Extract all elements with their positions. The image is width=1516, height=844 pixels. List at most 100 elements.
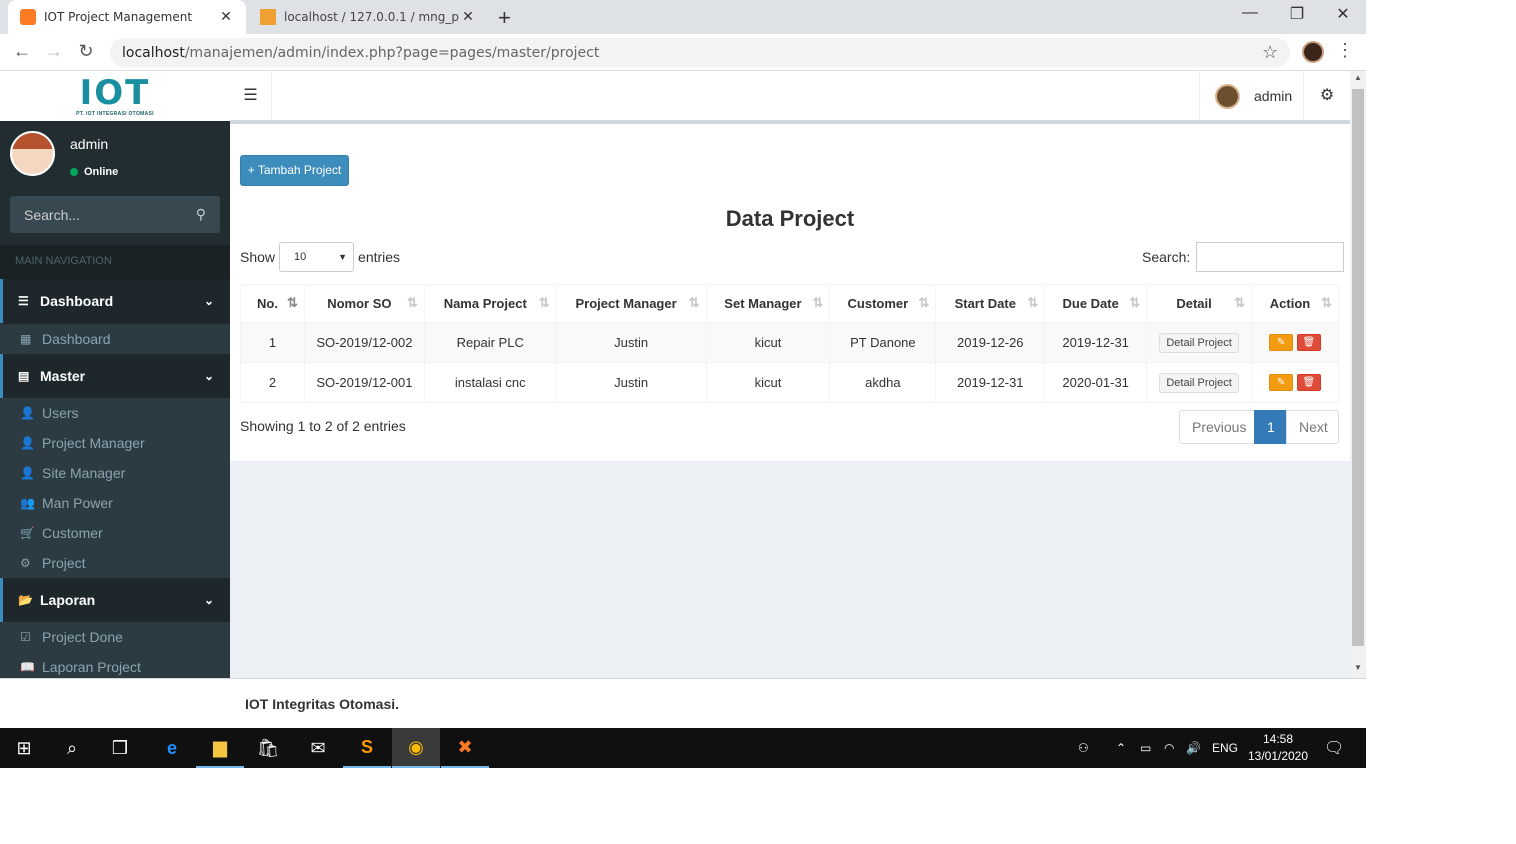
column-header[interactable]: No. ⇅ — [240, 284, 305, 324]
tab-title: localhost / 127.0.0.1 / mng_proye — [284, 10, 460, 24]
sidebar-group-label: Laporan — [40, 592, 96, 608]
bookmark-star-icon[interactable]: ☆ — [1262, 42, 1278, 63]
store-icon[interactable]: 🛍 — [244, 728, 292, 768]
cell-action: ✎ 🗑 — [1251, 322, 1339, 363]
tab-close-icon[interactable]: ✕ — [218, 9, 234, 25]
next-button[interactable]: Next — [1286, 410, 1339, 444]
page-1-button[interactable]: 1 — [1254, 410, 1287, 444]
task-view-icon[interactable]: ❒ — [96, 728, 144, 768]
new-tab-button[interactable]: + — [498, 5, 511, 31]
sidebar-item-dashboard[interactable]: ▦ Dashboard — [0, 324, 230, 354]
user-secret-icon: 👤 — [20, 436, 35, 450]
detail-project-button[interactable]: Detail Project — [1159, 332, 1239, 353]
previous-button[interactable]: Previous — [1179, 410, 1255, 444]
column-header[interactable]: Nomor SO ⇅ — [303, 284, 425, 324]
forward-icon[interactable]: → — [43, 41, 65, 62]
xampp-icon[interactable]: ✖ — [441, 728, 489, 768]
edit-icon[interactable]: ✎ — [1269, 374, 1294, 392]
column-header[interactable]: Customer ⇅ — [829, 284, 937, 324]
tab-close-icon[interactable]: ✕ — [460, 9, 476, 25]
wifi-icon[interactable]: ◠ — [1164, 728, 1174, 768]
chrome-icon[interactable]: ◉ — [392, 728, 440, 768]
sidebar-toggle-icon[interactable]: ☰ — [230, 71, 272, 121]
edge-icon[interactable]: e — [148, 728, 196, 768]
sidebar-group-dashboard[interactable]: ☰ Dashboard ⌄ — [0, 279, 230, 323]
check-square-icon: ☑ — [20, 630, 31, 644]
sidebar-item-site-manager[interactable]: 👤 Site Manager — [0, 458, 230, 488]
cell-action: ✎ 🗑 — [1251, 362, 1339, 403]
search-icon[interactable]: ⚲ — [196, 206, 206, 223]
profile-avatar[interactable] — [1302, 41, 1324, 63]
window-close-icon[interactable]: ✕ — [1331, 4, 1355, 24]
cell-customer: akdha — [829, 362, 937, 403]
logo[interactable]: IOT PT. IOT INTEGRASI OTOMASI — [0, 71, 230, 121]
search-input[interactable] — [1196, 242, 1345, 272]
trash-icon[interactable]: 🗑 — [1296, 374, 1321, 392]
detail-project-button[interactable]: Detail Project — [1159, 372, 1239, 393]
file-explorer-icon[interactable]: ▆ — [196, 728, 244, 768]
column-header[interactable]: Action ⇅ — [1251, 284, 1339, 324]
sort-icon: ⇅ — [688, 295, 700, 310]
browser-menu-icon[interactable]: ⋮ — [1336, 40, 1354, 61]
cart-icon: 🛒 — [20, 526, 35, 540]
trash-icon[interactable]: 🗑 — [1296, 334, 1321, 352]
column-header[interactable]: Detail ⇅ — [1146, 284, 1252, 324]
column-header[interactable]: Nama Project ⇅ — [423, 284, 557, 324]
sidebar-item-label: Customer — [42, 525, 103, 541]
sidebar-group-laporan[interactable]: 📂 Laporan ⌄ — [0, 578, 230, 622]
windows-start-icon[interactable]: ⊞ — [0, 728, 48, 768]
scroll-down-icon[interactable]: ▼ — [1354, 663, 1362, 672]
clock[interactable]: 14:58 13/01/2020 — [1244, 731, 1312, 765]
back-icon[interactable]: ← — [11, 41, 33, 62]
column-header[interactable]: Project Manager ⇅ — [555, 284, 707, 324]
cell-detail: Detail Project — [1146, 322, 1252, 363]
restore-icon[interactable]: ❐ — [1285, 4, 1309, 24]
minimize-icon[interactable]: — — [1238, 4, 1262, 22]
sidebar-group-master[interactable]: ▤ Master ⌄ — [0, 354, 230, 398]
sublime-text-icon[interactable]: S — [343, 728, 391, 768]
volume-icon[interactable]: 🔊 — [1186, 728, 1201, 768]
sidebar-item-laporan-project[interactable]: 📖 Laporan Project — [0, 652, 230, 678]
notifications-icon[interactable]: 🗨 — [1324, 728, 1344, 768]
clock-date: 13/01/2020 — [1247, 749, 1309, 763]
page-scrollbar[interactable]: ▲ ▼ — [1350, 71, 1366, 678]
sidebar-item-users[interactable]: 👤 Users — [0, 398, 230, 428]
show-hidden-icons-icon[interactable]: ⌃ — [1116, 728, 1126, 768]
column-header[interactable]: Set Manager ⇅ — [705, 284, 831, 324]
sidebar-search-input[interactable]: Search... ⚲ — [10, 196, 220, 233]
sidebar-item-man-power[interactable]: 👥 Man Power — [0, 488, 230, 518]
chevron-down-icon: ⌄ — [203, 593, 214, 607]
main-content: + Tambah Project Data Project Show 10 ▼ … — [230, 121, 1350, 678]
entries-select[interactable]: 10 ▼ — [279, 242, 355, 272]
edit-icon[interactable]: ✎ — [1269, 334, 1294, 352]
sort-icon: ⇅ — [1027, 295, 1038, 310]
sidebar-item-project-manager[interactable]: 👤 Project Manager — [0, 428, 230, 458]
user-avatar — [10, 131, 55, 176]
table-row: 1 SO-2019/12-002 Repair PLC Justin kicut… — [240, 322, 1339, 363]
people-icon[interactable]: ⚇ — [1078, 728, 1089, 768]
add-project-button[interactable]: + Tambah Project — [240, 155, 349, 186]
avatar — [1215, 83, 1240, 109]
cell-project-manager: Justin — [555, 362, 707, 403]
battery-icon[interactable]: ▭ — [1140, 728, 1151, 768]
search-icon[interactable]: ⌕ — [48, 728, 96, 768]
scroll-up-icon[interactable]: ▲ — [1354, 73, 1362, 82]
top-user-name: admin — [1254, 88, 1293, 104]
column-header[interactable]: Due Date ⇅ — [1044, 284, 1148, 324]
browser-tab-active[interactable]: IOT Project Management ✕ — [8, 0, 246, 34]
reload-icon[interactable]: ↻ — [75, 41, 97, 62]
sidebar-item-label: Project Manager — [42, 435, 145, 451]
cell-nomor-so: SO-2019/12-002 — [303, 322, 425, 363]
browser-tab-phpmyadmin[interactable]: localhost / 127.0.0.1 / mng_proye ✕ — [248, 0, 488, 34]
cell-no: 1 — [240, 322, 305, 363]
gears-icon[interactable]: ⚙ — [1303, 71, 1350, 121]
language-indicator[interactable]: ENG — [1212, 728, 1238, 768]
sidebar-item-customer[interactable]: 🛒 Customer — [0, 518, 230, 548]
user-menu[interactable]: admin — [1199, 71, 1303, 121]
scrollbar-thumb[interactable] — [1352, 89, 1364, 646]
column-header[interactable]: Start Date ⇅ — [935, 284, 1046, 324]
url-field[interactable]: i localhost/manajemen/admin/index.php?pa… — [110, 38, 1290, 346]
sidebar-item-project[interactable]: ⚙ Project — [0, 548, 230, 578]
sidebar-item-project-done[interactable]: ☑ Project Done — [0, 622, 230, 652]
mail-icon[interactable]: ✉ — [294, 728, 342, 768]
